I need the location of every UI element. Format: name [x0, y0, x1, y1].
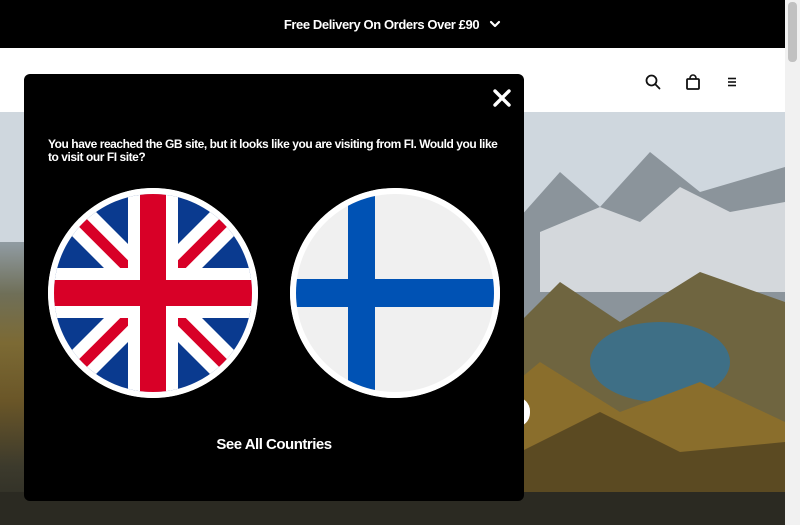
redirect-message: You have reached the GB site, but it loo… — [48, 137, 498, 164]
uk-flag-icon — [48, 188, 258, 398]
menu-icon[interactable] — [726, 74, 742, 90]
page-scrollbar[interactable] — [785, 0, 800, 525]
close-icon[interactable] — [490, 86, 514, 110]
chevron-down-icon — [489, 18, 501, 30]
uk-flag-button[interactable] — [48, 188, 258, 398]
finland-flag-icon — [290, 188, 500, 398]
promo-text: Free Delivery On Orders Over £90 — [283, 16, 480, 32]
finland-flag-button[interactable] — [290, 188, 500, 398]
scrollbar-thumb[interactable] — [788, 2, 797, 62]
country-selector-modal: You have reached the GB site, but it loo… — [24, 74, 524, 501]
search-icon[interactable] — [645, 74, 661, 90]
bag-icon[interactable] — [685, 74, 701, 90]
promo-bar[interactable]: Free Delivery On Orders Over £90 — [0, 0, 785, 48]
see-all-countries-link[interactable]: See All Countries — [24, 436, 524, 453]
